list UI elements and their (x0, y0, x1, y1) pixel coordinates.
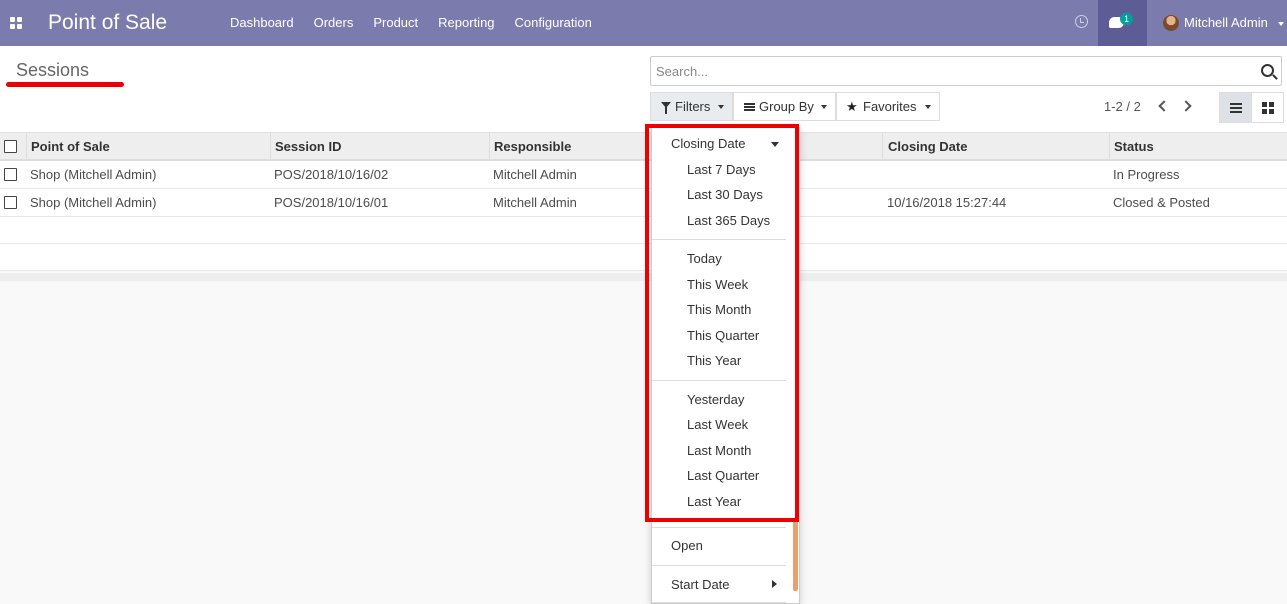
list-view-button[interactable] (1219, 92, 1252, 123)
menu-orders[interactable]: Orders (304, 0, 364, 46)
filter-option-last-week[interactable]: Last Week (687, 417, 748, 432)
cell-status: In Progress (1113, 167, 1180, 182)
page-title: Sessions (16, 60, 90, 80)
column-header-point-of-sale[interactable]: Point of Sale (31, 133, 110, 160)
filter-option-today[interactable]: Today (687, 251, 722, 266)
dropdown-divider (652, 527, 786, 528)
list-view-icon (1230, 103, 1242, 113)
dropdown-divider (652, 565, 786, 566)
column-header-status[interactable]: Status (1114, 133, 1154, 160)
favorites-label: Favorites (863, 99, 917, 114)
table-row[interactable]: Shop (Mitchell Admin) POS/2018/10/16/01 … (0, 189, 1287, 217)
cell-point-of-sale: Shop (Mitchell Admin) (30, 167, 157, 182)
caret-down-icon[interactable] (1278, 22, 1284, 26)
kanban-view-button[interactable] (1251, 92, 1284, 123)
top-navbar: Point of Sale Dashboard Orders Product R… (0, 0, 1287, 46)
menu-product[interactable]: Product (363, 0, 428, 46)
caret-right-icon[interactable] (772, 580, 777, 588)
cell-closing-date: 10/16/2018 15:27:44 (887, 195, 1007, 210)
chat-badge: 1 (1120, 13, 1133, 25)
groupby-label: Group By (759, 99, 814, 114)
table-row-empty (0, 217, 1287, 244)
annotation-underline (6, 82, 124, 87)
filter-icon (661, 102, 671, 114)
filter-option-last-quarter[interactable]: Last Quarter (687, 468, 759, 483)
menu-configuration[interactable]: Configuration (505, 0, 602, 46)
dropdown-divider (652, 380, 786, 381)
star-icon: ★ (846, 99, 858, 114)
menu-dashboard[interactable]: Dashboard (220, 0, 304, 46)
caret-down-icon (925, 105, 931, 109)
groupby-button[interactable]: Group By (733, 92, 836, 121)
filter-group-closing-date[interactable]: Closing Date (671, 136, 745, 151)
filter-option-last-30-days[interactable]: Last 30 Days (687, 187, 763, 202)
row-checkbox[interactable] (4, 168, 17, 181)
activity-clock-icon[interactable] (1075, 15, 1088, 28)
control-panel: Sessions Filters Group By ★ Favorites 1-… (0, 46, 1287, 133)
pager-next-icon[interactable] (1180, 100, 1192, 112)
row-checkbox[interactable] (4, 196, 17, 209)
filters-button[interactable]: Filters (650, 92, 733, 121)
menu-reporting[interactable]: Reporting (428, 0, 504, 46)
filter-option-this-quarter[interactable]: This Quarter (687, 328, 759, 343)
dropdown-divider (652, 602, 786, 603)
cell-session-id: POS/2018/10/16/01 (274, 195, 389, 210)
filter-group-start-date[interactable]: Start Date (671, 577, 730, 592)
apps-menu-icon[interactable] (10, 17, 22, 29)
cell-status: Closed & Posted (1113, 195, 1210, 210)
messaging-button[interactable]: 1 (1098, 0, 1147, 46)
search-icon[interactable] (1261, 64, 1274, 77)
select-all-checkbox[interactable] (4, 140, 17, 153)
caret-down-icon[interactable] (771, 142, 779, 147)
cell-point-of-sale: Shop (Mitchell Admin) (30, 195, 157, 210)
cell-responsible: Mitchell Admin (493, 195, 577, 210)
pager-previous-icon[interactable] (1158, 100, 1170, 112)
table-row[interactable]: Shop (Mitchell Admin) POS/2018/10/16/02 … (0, 161, 1287, 189)
cell-responsible: Mitchell Admin (493, 167, 577, 182)
table-row-empty (0, 244, 1287, 271)
app-title: Point of Sale (48, 11, 168, 34)
filter-open[interactable]: Open (671, 538, 703, 553)
favorites-button[interactable]: ★ Favorites (836, 92, 940, 121)
pager-value[interactable]: 1-2 / 2 (1104, 99, 1141, 114)
table-footer (0, 273, 1287, 281)
kanban-view-icon (1262, 102, 1274, 114)
filter-option-last-month[interactable]: Last Month (687, 443, 751, 458)
cell-session-id: POS/2018/10/16/02 (274, 167, 389, 182)
filter-option-last-365-days[interactable]: Last 365 Days (687, 213, 770, 228)
filter-option-this-week[interactable]: This Week (687, 277, 748, 292)
user-menu[interactable]: Mitchell Admin (1184, 15, 1268, 30)
search-box[interactable] (650, 56, 1282, 86)
table-header: Point of Sale Session ID Responsible Clo… (0, 133, 1287, 161)
search-input[interactable] (656, 62, 1246, 80)
caret-down-icon (821, 105, 827, 109)
filters-label: Filters (675, 99, 711, 114)
column-header-closing-date[interactable]: Closing Date (888, 133, 967, 160)
filter-option-last-7-days[interactable]: Last 7 Days (687, 162, 756, 177)
bars-icon (744, 103, 755, 111)
caret-down-icon (718, 105, 724, 109)
filter-option-yesterday[interactable]: Yesterday (687, 392, 744, 407)
column-header-session-id[interactable]: Session ID (275, 133, 341, 160)
avatar[interactable] (1163, 15, 1179, 31)
filter-option-this-year[interactable]: This Year (687, 353, 741, 368)
sessions-table: Point of Sale Session ID Responsible Clo… (0, 133, 1287, 271)
main-menu: Dashboard Orders Product Reporting Confi… (220, 0, 602, 46)
dropdown-divider (652, 239, 786, 240)
column-header-responsible[interactable]: Responsible (494, 133, 571, 160)
filter-option-last-year[interactable]: Last Year (687, 494, 741, 509)
dropdown-scrollbar[interactable] (793, 520, 798, 591)
filter-option-this-month[interactable]: This Month (687, 302, 751, 317)
